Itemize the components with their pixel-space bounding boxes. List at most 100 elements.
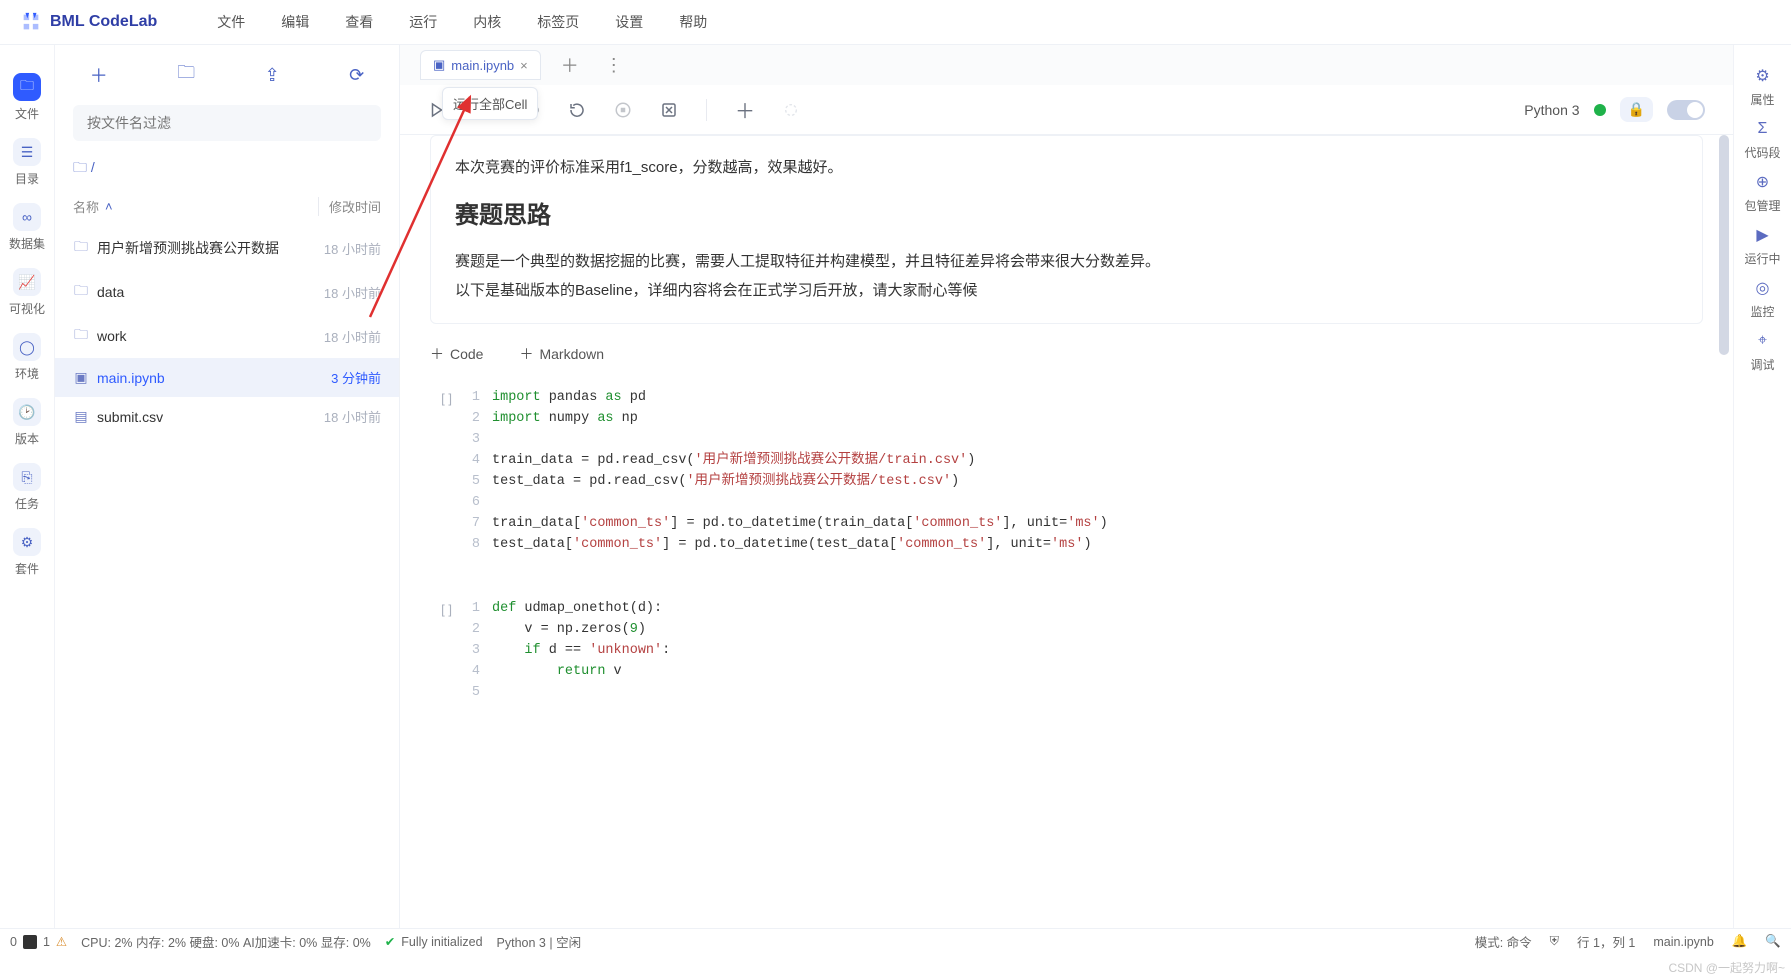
code-line: 6 xyxy=(460,493,1713,514)
folder-icon: 🗀 xyxy=(13,73,41,101)
file-filter-input[interactable] xyxy=(73,105,381,141)
code-cell-1[interactable]: [ ] 1import pandas as pd2import numpy as… xyxy=(420,378,1713,565)
folder-icon: 🗀 xyxy=(73,159,87,175)
folder-icon: 🗀 xyxy=(73,236,89,260)
file-row[interactable]: ▣main.ipynb3 分钟前 xyxy=(55,358,399,397)
col-name[interactable]: 名称 xyxy=(73,197,99,216)
status-kernel: Python 3 | 空闲 xyxy=(497,932,582,951)
notify-icon[interactable]: 🔔 xyxy=(1732,934,1748,949)
code-line: 1def udmap_onethot(d): xyxy=(460,599,1713,620)
nb-icon: ▣ xyxy=(73,369,89,386)
rail-目录[interactable]: ☰目录 xyxy=(13,134,41,191)
upload-icon[interactable]: ⇪ xyxy=(265,65,280,86)
terminal-icon[interactable] xyxy=(23,935,37,949)
menu-编辑[interactable]: 编辑 xyxy=(281,12,309,32)
rrail-包管理[interactable]: ⊕包管理 xyxy=(1744,171,1780,214)
watermark: CSDN @一起努力啊~ xyxy=(1668,959,1785,976)
rail-可视化[interactable]: 📈可视化 xyxy=(9,264,45,321)
app-logo: BML CodeLab xyxy=(20,11,157,33)
status-count-right: 1 xyxy=(43,935,50,949)
add-cell-icon[interactable]: ＋ xyxy=(735,95,755,124)
code-line: 1import pandas as pd xyxy=(460,388,1713,409)
restart-icon[interactable] xyxy=(568,101,586,119)
status-mode: 模式: 命令 xyxy=(1475,932,1532,951)
menu-标签页[interactable]: 标签页 xyxy=(537,12,579,32)
folder-icon: 🗀 xyxy=(73,280,89,304)
list-icon: ☰ xyxy=(13,138,41,166)
search-icon[interactable]: 🔍 xyxy=(1765,934,1781,949)
markdown-cell[interactable]: 本次竞赛的评价标准采用f1_score，分数越高，效果越好。 赛题思路 赛题是一… xyxy=(430,135,1703,324)
rail-环境[interactable]: ◯环境 xyxy=(13,329,41,386)
code-line: 8test_data['common_ts'] = pd.to_datetime… xyxy=(460,535,1713,556)
new-folder-icon[interactable]: 🗀 xyxy=(177,60,195,90)
rail-数据集[interactable]: ∞数据集 xyxy=(9,199,45,256)
md-heading: 赛题思路 xyxy=(455,193,1678,239)
mon-icon: ◎ xyxy=(1751,277,1773,299)
warning-icon[interactable]: ⚠ xyxy=(56,934,67,949)
clear-output-icon[interactable] xyxy=(660,101,678,119)
add-markdown-button[interactable]: ＋Markdown xyxy=(519,344,604,364)
sort-icon[interactable]: ˄ xyxy=(105,199,113,214)
menu-运行[interactable]: 运行 xyxy=(409,12,437,32)
rail-任务[interactable]: ⎘任务 xyxy=(13,459,41,516)
rail-文件[interactable]: 🗀文件 xyxy=(13,69,41,126)
toggle-switch[interactable] xyxy=(1667,100,1705,120)
menu-设置[interactable]: 设置 xyxy=(615,12,643,32)
play-icon: ▶ xyxy=(1751,224,1773,246)
chart-icon: 📈 xyxy=(13,268,41,296)
cell-prompt: [ ] xyxy=(420,388,460,555)
menu-帮助[interactable]: 帮助 xyxy=(679,12,707,32)
stop-icon[interactable] xyxy=(614,101,632,119)
status-pos: 行 1，列 1 xyxy=(1577,932,1635,951)
status-file: main.ipynb xyxy=(1653,935,1713,949)
file-icon: ▤ xyxy=(73,408,89,425)
col-time[interactable]: 修改时间 xyxy=(329,200,381,215)
rrail-运行中[interactable]: ▶运行中 xyxy=(1744,224,1780,267)
tab-main[interactable]: ▣ main.ipynb × xyxy=(420,50,541,80)
menu-内核[interactable]: 内核 xyxy=(473,12,501,32)
code-line: 3 xyxy=(460,430,1713,451)
refresh-icon[interactable]: ⟳ xyxy=(349,65,364,86)
rrail-调试[interactable]: ⌖调试 xyxy=(1750,330,1774,373)
rrail-代码段[interactable]: Σ代码段 xyxy=(1744,118,1780,161)
code-line: 5test_data = pd.read_csv('用户新增预测挑战赛公开数据/… xyxy=(460,472,1713,493)
code-line: 2 v = np.zeros(9) xyxy=(460,620,1713,641)
sync-icon[interactable] xyxy=(783,102,799,118)
kernel-name[interactable]: Python 3 xyxy=(1524,102,1579,118)
code-cell-2[interactable]: [ ] 1def udmap_onethot(d):2 v = np.zeros… xyxy=(420,589,1713,714)
clock-icon: 🕑 xyxy=(13,398,41,426)
folder-icon: 🗀 xyxy=(73,324,89,348)
menu-查看[interactable]: 查看 xyxy=(345,12,373,32)
code-line: 2import numpy as np xyxy=(460,409,1713,430)
app-title: BML CodeLab xyxy=(50,13,157,31)
kernel-status-dot xyxy=(1594,104,1606,116)
add-code-button[interactable]: ＋Code xyxy=(430,344,483,364)
puzzle-icon: ⚙ xyxy=(13,528,41,556)
code-icon: Σ xyxy=(1751,118,1773,140)
shield-icon: ⛨ xyxy=(1550,934,1559,949)
menu-文件[interactable]: 文件 xyxy=(217,12,245,32)
rrail-属性[interactable]: ⚙属性 xyxy=(1750,65,1774,108)
notebook-toolbar: 运行全部Cell ＋ Python 3 🔒 xyxy=(400,85,1733,135)
notebook-icon: ▣ xyxy=(433,57,445,73)
breadcrumb[interactable]: 🗀 / xyxy=(55,151,399,187)
file-row[interactable]: 🗀data18 小时前 xyxy=(55,270,399,314)
rail-套件[interactable]: ⚙套件 xyxy=(13,524,41,581)
file-row[interactable]: 🗀work18 小时前 xyxy=(55,314,399,358)
file-row[interactable]: 🗀用户新增预测挑战赛公开数据18 小时前 xyxy=(55,226,399,270)
db-icon: ∞ xyxy=(13,203,41,231)
close-icon[interactable]: × xyxy=(520,58,528,73)
resource-usage: CPU: 2% 内存: 2% 硬盘: 0% AI加速卡: 0% 显存: 0% xyxy=(81,932,371,951)
rrail-监控[interactable]: ◎监控 xyxy=(1750,277,1774,320)
check-icon: ✔ xyxy=(385,934,395,949)
gear-icon: ⚙ xyxy=(1751,65,1773,87)
run-all-tooltip: 运行全部Cell xyxy=(442,87,538,120)
add-tab-button[interactable]: ＋ xyxy=(555,52,585,78)
scrollbar[interactable] xyxy=(1719,135,1729,355)
env-icon: ◯ xyxy=(13,333,41,361)
tab-more-icon[interactable]: ⋮ xyxy=(599,55,629,76)
file-row[interactable]: ▤submit.csv18 小时前 xyxy=(55,397,399,436)
rail-版本[interactable]: 🕑版本 xyxy=(13,394,41,451)
new-file-icon[interactable]: ＋ xyxy=(90,62,108,88)
lock-icon[interactable]: 🔒 xyxy=(1620,97,1653,122)
